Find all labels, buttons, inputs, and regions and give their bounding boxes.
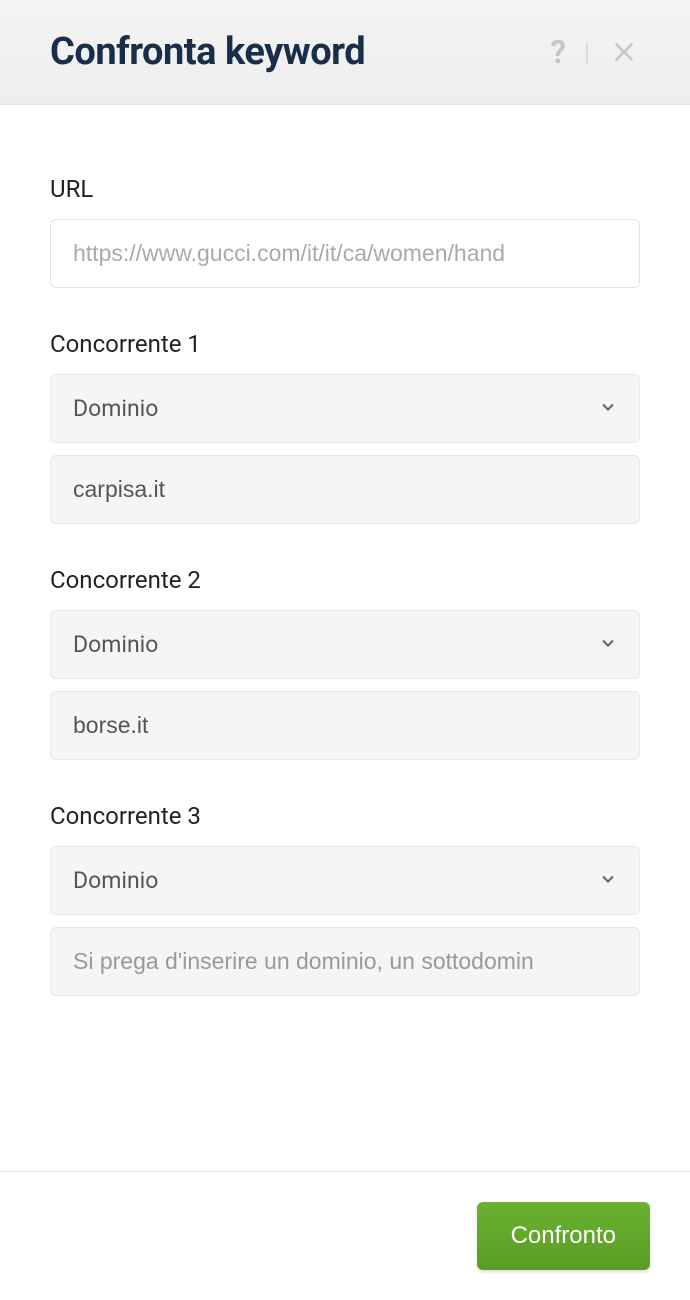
competitor-3-value-input[interactable] xyxy=(50,927,640,996)
dialog-title: Confronta keyword xyxy=(50,30,365,74)
url-field-group: URL xyxy=(50,175,640,288)
close-icon[interactable] xyxy=(608,36,640,68)
url-label: URL xyxy=(50,175,640,203)
competitor-2-label: Concorrente 2 xyxy=(50,566,640,594)
competitor-2-group: Concorrente 2 Dominio xyxy=(50,566,640,760)
help-icon[interactable]: ? xyxy=(550,33,566,71)
dialog-body: URL Concorrente 1 Dominio Concorrente 2 … xyxy=(0,105,690,1068)
competitor-1-label: Concorrente 1 xyxy=(50,330,640,358)
competitor-2-type-select[interactable]: Dominio xyxy=(50,610,640,679)
header-actions: ? | xyxy=(550,33,640,71)
competitor-3-type-select[interactable]: Dominio xyxy=(50,846,640,915)
competitor-2-type-select-wrap: Dominio xyxy=(50,610,640,679)
competitor-1-type-select[interactable]: Dominio xyxy=(50,374,640,443)
competitor-1-group: Concorrente 1 Dominio xyxy=(50,330,640,524)
competitor-3-type-select-wrap: Dominio xyxy=(50,846,640,915)
competitor-3-label: Concorrente 3 xyxy=(50,802,640,830)
url-input[interactable] xyxy=(50,219,640,288)
header-divider: | xyxy=(584,38,590,66)
competitor-3-group: Concorrente 3 Dominio xyxy=(50,802,640,996)
competitor-2-value-input[interactable] xyxy=(50,691,640,760)
dialog-footer: Confronto xyxy=(0,1171,690,1300)
dialog-header: Confronta keyword ? | xyxy=(0,0,690,105)
compare-button[interactable]: Confronto xyxy=(477,1202,650,1270)
competitor-1-type-select-wrap: Dominio xyxy=(50,374,640,443)
competitor-1-value-input[interactable] xyxy=(50,455,640,524)
